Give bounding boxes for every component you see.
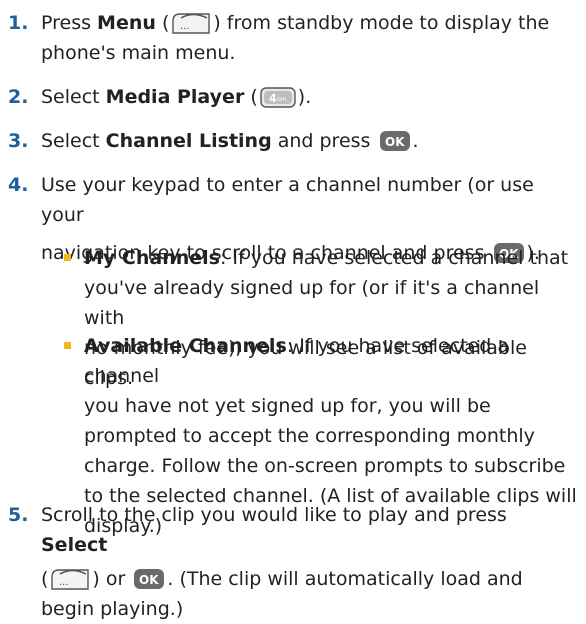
channel-listing-label: Channel Listing	[105, 130, 272, 152]
bullet-marker	[64, 342, 71, 349]
ok-label: OK	[139, 573, 159, 587]
bullet-text-segment: : If you have selected a channel that	[219, 247, 569, 269]
bullet-text-segment: you have not yet signed up for, you will…	[84, 395, 491, 417]
step-text-segment: ) or	[92, 568, 126, 590]
step-text-segment: Select	[41, 86, 106, 108]
step-text-segment: (	[155, 12, 170, 34]
ok-label: OK	[385, 135, 405, 149]
menu-softkey-glyph: ...	[180, 21, 190, 32]
step-text: Scroll to the clip you would like to pla…	[41, 500, 578, 624]
step-text: Select Channel Listing and press OK .	[41, 126, 578, 156]
step-text-segment: begin playing.)	[41, 598, 184, 620]
key-digit: 4	[269, 92, 277, 105]
menu-softkey-glyph: ...	[59, 577, 69, 588]
step-text-segment: phone's main menu.	[41, 42, 236, 64]
step-text-line: ( ... ) or OK . (The clip will automatic…	[41, 564, 523, 594]
step-text-segment: Select	[41, 130, 106, 152]
instruction-document: 1. Press Menu ( ... ) from standby mode …	[0, 0, 586, 620]
step-text-segment: Use your keypad to enter a channel numbe…	[41, 174, 534, 226]
step-number: 2.	[8, 86, 29, 108]
step-number: 4.	[8, 174, 29, 196]
step-text-segment: ).	[297, 86, 312, 108]
bullet-marker	[64, 254, 71, 261]
key-4-ghi-icon: 4 GHI	[260, 86, 296, 108]
step-text-segment: Scroll to the clip you would like to pla…	[41, 504, 507, 526]
bullet-text-segment: charge. Follow the on-screen prompts to …	[84, 455, 566, 477]
step-number: 3.	[8, 130, 29, 152]
step-text-segment: .	[412, 130, 419, 152]
ok-button-icon: OK	[379, 130, 411, 152]
step-text: Select Media Player ( 4 GHI ).	[41, 82, 578, 112]
key-letters: GHI	[277, 97, 286, 103]
select-label: Select	[41, 534, 108, 556]
menu-label: Menu	[97, 12, 156, 34]
step-number: 1.	[8, 12, 29, 34]
bullet-text-segment: you've already signed up for (or if it's…	[84, 277, 540, 329]
step-text-segment: (	[244, 86, 258, 108]
step-text-segment: ) from standby mode to display the	[213, 12, 550, 34]
media-player-label: Media Player	[105, 86, 245, 108]
step-text-segment: . (The clip will automatically load and	[167, 568, 523, 590]
step-number: 5.	[8, 504, 29, 526]
menu-softkey-icon: ...	[171, 12, 211, 34]
ok-button-icon: OK	[133, 568, 165, 590]
step-text-segment: (	[41, 568, 49, 590]
step-text: Press Menu ( ... ) from standby mode to …	[41, 8, 578, 68]
my-channels-label: My Channels	[84, 247, 220, 269]
bullet-text-segment: prompted to accept the corresponding mon…	[84, 425, 535, 447]
step-text-segment: and press	[271, 130, 371, 152]
available-channels-label: Available Channels	[84, 335, 287, 357]
step-text-segment: Press	[41, 12, 98, 34]
menu-softkey-icon: ...	[50, 568, 90, 590]
